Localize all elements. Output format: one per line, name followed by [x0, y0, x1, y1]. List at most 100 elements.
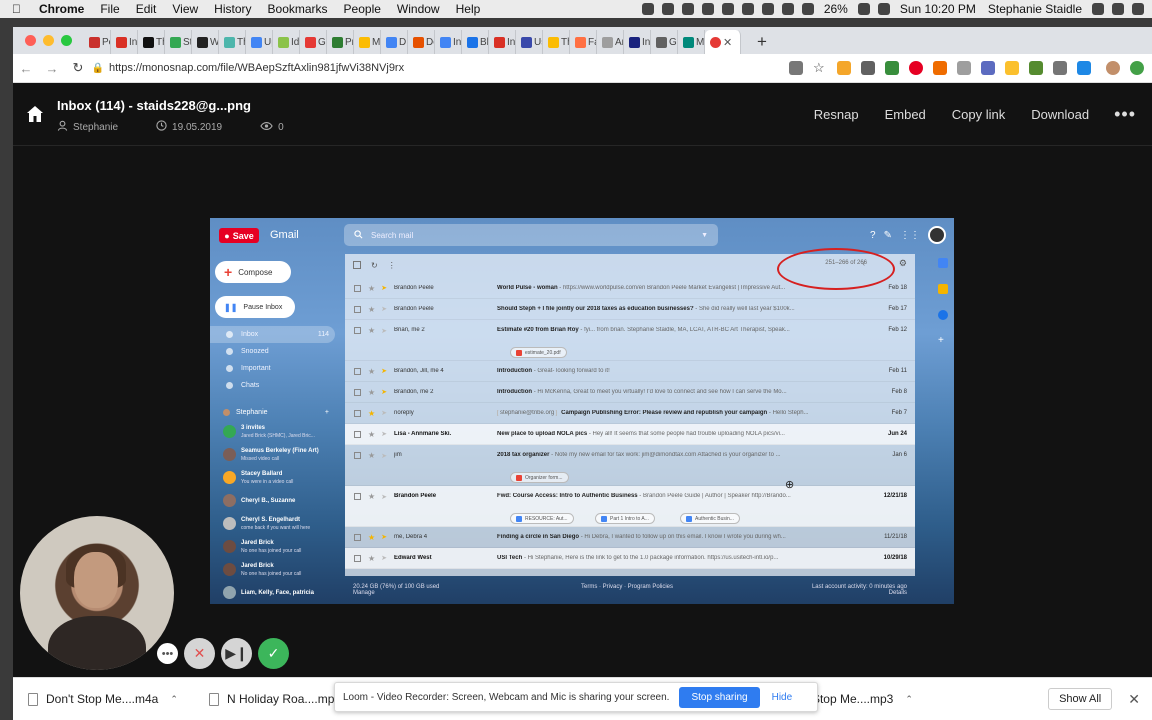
extension-icon[interactable] — [1005, 61, 1019, 75]
browser-tab[interactable]: Mc — [678, 30, 705, 54]
tab-active[interactable]: ✕ — [705, 30, 741, 54]
browser-tab[interactable]: Up — [246, 30, 273, 54]
browser-tab[interactable]: Pe — [84, 30, 111, 54]
browser-tab[interactable]: Gu — [300, 30, 327, 54]
record-icon[interactable] — [661, 3, 674, 15]
home-icon[interactable] — [13, 104, 57, 124]
menu-app-chrome[interactable]: Chrome — [31, 2, 92, 16]
camera-icon[interactable] — [681, 3, 694, 15]
notification-center-icon[interactable] — [1132, 3, 1144, 15]
sync-icon[interactable] — [721, 3, 734, 15]
extension-icon[interactable] — [837, 61, 851, 75]
menu-bookmarks[interactable]: Bookmarks — [260, 2, 336, 16]
update-icon[interactable] — [1130, 61, 1144, 75]
siri-icon[interactable] — [1112, 3, 1124, 15]
extension-icon[interactable] — [1029, 61, 1043, 75]
menubar-clock[interactable]: Sun 10:20 PM — [894, 2, 982, 16]
browser-tab[interactable]: Ide — [273, 30, 300, 54]
battery-icon[interactable] — [857, 3, 870, 15]
wifi-icon[interactable] — [801, 3, 814, 15]
profile-avatar[interactable] — [1106, 61, 1120, 75]
resnap-button[interactable]: Resnap — [801, 107, 872, 122]
battery-percent[interactable]: 26% — [818, 2, 854, 16]
embed-button[interactable]: Embed — [872, 107, 939, 122]
hide-button[interactable]: Hide — [772, 692, 793, 703]
browser-tab[interactable]: Wc — [192, 30, 219, 54]
chevron-up-icon[interactable]: ⌃ — [170, 694, 178, 705]
cancel-recording-button[interactable]: ✕ — [184, 638, 215, 669]
back-arrow-icon[interactable]: ← — [13, 61, 39, 76]
browser-tab[interactable]: Fa — [570, 30, 597, 54]
menubar-user[interactable]: Stephanie Staidle — [982, 2, 1088, 16]
browser-tab[interactable]: Pri — [327, 30, 354, 54]
menu-file[interactable]: File — [92, 2, 127, 16]
stop-sharing-button[interactable]: Stop sharing — [679, 686, 760, 708]
lock-icon[interactable]: 🔒 — [91, 63, 105, 74]
pause-inbox-label: Pause Inbox — [243, 303, 283, 311]
forward-arrow-icon[interactable]: → — [39, 61, 65, 76]
more-options-icon[interactable]: ••• — [1102, 104, 1152, 125]
browser-tab[interactable]: Ins — [435, 30, 462, 54]
browser-tab[interactable]: Int — [111, 30, 138, 54]
extension-icon[interactable] — [981, 61, 995, 75]
extension-icon[interactable] — [885, 61, 899, 75]
vpn-icon[interactable] — [741, 3, 754, 15]
browser-tab[interactable]: Int — [624, 30, 651, 54]
show-all-button[interactable]: Show All — [1048, 688, 1113, 710]
menu-people[interactable]: People — [336, 2, 389, 16]
close-icon[interactable]: ✕ — [1112, 691, 1152, 708]
url-field[interactable]: https://monosnap.com/file/WBAepSzftAxlin… — [109, 62, 784, 74]
close-tab-icon[interactable]: ✕ — [723, 36, 732, 49]
menu-edit[interactable]: Edit — [128, 2, 165, 16]
hangout-name: Liam, Kelly, Face, patricia — [241, 589, 314, 596]
pinterest-extension-icon[interactable] — [909, 61, 923, 75]
download-item[interactable]: Don't Stop Me....m4a ⌃ — [13, 692, 194, 706]
browser-tab[interactable]: Th — [138, 30, 165, 54]
browser-tab[interactable]: DF — [381, 30, 408, 54]
browser-tab[interactable]: St — [165, 30, 192, 54]
browser-tab[interactable]: Th — [543, 30, 570, 54]
finish-recording-button[interactable]: ✓ — [258, 638, 289, 669]
pause-recording-button[interactable]: ▶❙ — [221, 638, 252, 669]
spotlight-search-icon[interactable] — [1092, 3, 1104, 15]
extension-icon[interactable] — [957, 61, 971, 75]
more-options-icon[interactable]: ••• — [157, 643, 178, 664]
browser-tab[interactable]: Th — [219, 30, 246, 54]
new-tab-button[interactable]: + — [749, 30, 775, 54]
browser-tab[interactable]: Int — [489, 30, 516, 54]
pinterest-save-button[interactable]: ● Save — [219, 228, 259, 243]
dropbox-icon[interactable] — [701, 3, 714, 15]
menu-view[interactable]: View — [164, 2, 206, 16]
menu-history[interactable]: History — [206, 2, 259, 16]
minimize-window-button[interactable] — [43, 35, 54, 46]
row-sender: me, Debra 4 — [394, 534, 428, 540]
browser-tab[interactable]: Us — [516, 30, 543, 54]
extension-icon[interactable] — [1053, 61, 1067, 75]
extension-icon[interactable] — [933, 61, 947, 75]
bookmark-star-icon[interactable]: ☆ — [813, 61, 827, 75]
bluetooth-icon[interactable] — [781, 3, 794, 15]
menu-help[interactable]: Help — [448, 2, 489, 16]
extension-icon[interactable] — [1077, 61, 1091, 75]
chevron-up-icon[interactable]: ⌃ — [905, 694, 913, 705]
microphone-icon[interactable] — [641, 3, 654, 15]
copy-link-button[interactable]: Copy link — [939, 107, 1018, 122]
browser-tab[interactable]: Ar — [597, 30, 624, 54]
camera-permission-icon[interactable] — [789, 61, 803, 75]
menu-window[interactable]: Window — [389, 2, 448, 16]
zoom-window-button[interactable] — [61, 35, 72, 46]
browser-tab[interactable]: My — [354, 30, 381, 54]
star-icon: ★ — [368, 451, 376, 460]
webcam-bubble[interactable] — [20, 516, 174, 670]
extension-icon[interactable] — [861, 61, 875, 75]
browser-tab[interactable]: Do — [408, 30, 435, 54]
download-button[interactable]: Download — [1018, 107, 1102, 122]
time-machine-icon[interactable] — [761, 3, 774, 15]
browser-tab[interactable]: Gu — [651, 30, 678, 54]
flag-icon[interactable] — [877, 3, 890, 15]
reload-icon[interactable]: ↻ — [65, 60, 91, 76]
apple-menu-icon[interactable]:  — [0, 2, 31, 16]
close-window-button[interactable] — [25, 35, 36, 46]
tab-favicon-icon — [602, 36, 613, 48]
browser-tab[interactable]: Bk — [462, 30, 489, 54]
